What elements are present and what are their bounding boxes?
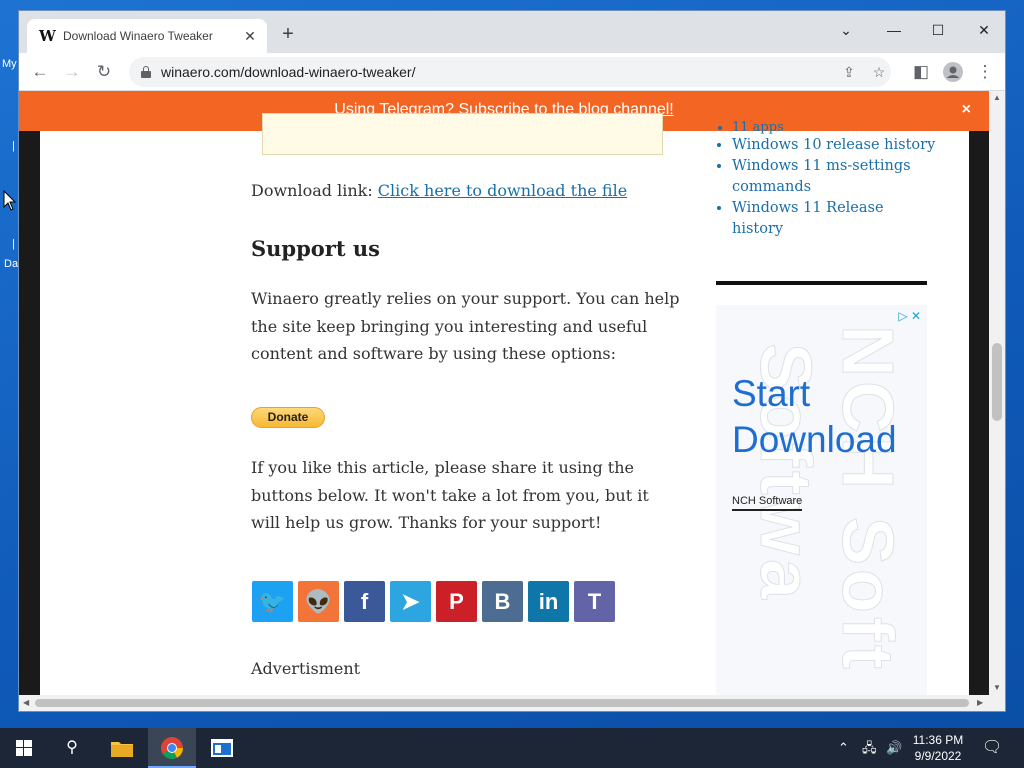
clock-time: 11:36 PM xyxy=(912,733,964,747)
desktop-icon-label[interactable]: My xyxy=(2,58,17,70)
maximize-icon[interactable]: ☐ xyxy=(923,17,953,43)
page-viewport: Using Telegram? Subscribe to the blog ch… xyxy=(19,91,1005,695)
browser-window: W Download Winaero Tweaker ✕ + ⌄ — ☐ ✕ ←… xyxy=(18,10,1006,712)
scroll-left-arrow-icon[interactable]: ◀ xyxy=(23,698,29,707)
winaero-favicon-icon: W xyxy=(39,27,56,45)
tab-strip: W Download Winaero Tweaker ✕ + ⌄ — ☐ ✕ xyxy=(19,11,1005,53)
profile-avatar-icon[interactable] xyxy=(941,61,965,83)
reddit-share-icon[interactable]: 👽 xyxy=(298,581,339,622)
share-paragraph: If you like this article, please share i… xyxy=(251,458,649,532)
teams-share-icon[interactable]: T xyxy=(574,581,615,622)
download-file-link[interactable]: Click here to download the file xyxy=(378,181,627,200)
desktop-icon-fragment[interactable]: | xyxy=(12,140,15,152)
pinterest-share-icon[interactable]: P xyxy=(436,581,477,622)
mouse-cursor-icon xyxy=(3,190,17,211)
volume-icon[interactable]: 🔊 xyxy=(886,728,902,768)
start-windows-icon[interactable] xyxy=(0,728,48,768)
browser-tab[interactable]: W Download Winaero Tweaker ✕ xyxy=(27,19,267,53)
ad-headline-line: Download xyxy=(732,419,897,460)
vk-share-icon[interactable]: B xyxy=(482,581,523,622)
ad-choices-icon[interactable]: ▷ ✕ xyxy=(898,309,921,323)
ad-box-remnant xyxy=(262,113,663,155)
desktop-icon-fragment[interactable]: | xyxy=(12,238,15,250)
vertical-scrollbar[interactable]: ▲ ▼ xyxy=(989,91,1005,695)
reload-icon[interactable]: ↻ xyxy=(92,61,116,83)
back-arrow-icon[interactable]: ← xyxy=(28,61,52,83)
advertisement-label: Advertisment xyxy=(251,659,361,678)
system-clock[interactable]: 11:36 PM 9/9/2022 xyxy=(906,732,970,764)
tab-title: Download Winaero Tweaker xyxy=(63,29,213,43)
support-heading: Support us xyxy=(251,236,380,261)
horizontal-scrollbar[interactable]: ◀ ▶ xyxy=(19,695,1005,711)
lock-icon[interactable] xyxy=(141,66,151,78)
notification-icon[interactable]: 🗨 xyxy=(982,728,1002,768)
sidebar-link[interactable]: Windows 10 release history xyxy=(732,135,936,156)
ad-headline[interactable]: Start Download xyxy=(732,371,897,463)
forward-arrow-icon[interactable]: → xyxy=(60,61,84,83)
support-paragraph: Winaero greatly relies on your support. … xyxy=(251,289,680,363)
vertical-scroll-thumb[interactable] xyxy=(992,343,1002,421)
url-text[interactable]: winaero.com/download-winaero-tweaker/ xyxy=(161,64,415,80)
sidebar-link[interactable]: Windows 11 ms-settings commands xyxy=(732,156,936,198)
download-prefix: Download link: xyxy=(251,181,378,200)
minimize-icon[interactable]: — xyxy=(879,17,909,43)
sidebar-link[interactable]: Windows 11 Release history xyxy=(732,198,936,240)
taskbar: ⚲ ⌃ 🖧 🔊 11:36 PM 9/9/2022 🗨 xyxy=(0,728,1024,768)
new-tab-plus-icon[interactable]: + xyxy=(277,24,299,46)
tab-search-chevron-icon[interactable]: ⌄ xyxy=(831,17,861,43)
network-icon[interactable]: 🖧 xyxy=(862,728,877,768)
side-panel-icon[interactable]: ◧ xyxy=(909,61,933,83)
tray-chevron-icon[interactable]: ⌃ xyxy=(838,728,849,768)
share-icon[interactable]: ⇪ xyxy=(839,62,859,82)
clock-date: 9/9/2022 xyxy=(914,749,962,763)
ad-headline-line: Start xyxy=(732,373,811,414)
sidebar-link[interactable]: 11 apps xyxy=(732,121,936,135)
download-line: Download link: Click here to download th… xyxy=(251,181,627,200)
banner-close-icon[interactable]: × xyxy=(962,91,971,129)
close-window-icon[interactable]: ✕ xyxy=(969,17,999,43)
linkedin-share-icon[interactable]: in xyxy=(528,581,569,622)
paypal-donate-button[interactable]: Donate xyxy=(251,407,325,428)
scroll-down-arrow-icon[interactable]: ▼ xyxy=(993,683,1001,692)
sidebar-divider xyxy=(716,281,927,285)
nch-ad-unit[interactable]: NCH Soft Softwa ▷ ✕ Start Download NCH S… xyxy=(716,305,927,695)
chrome-menu-icon[interactable]: ⋮ xyxy=(973,61,997,83)
page-content: Download link: Click here to download th… xyxy=(40,113,969,695)
app-window-icon[interactable] xyxy=(198,728,246,768)
facebook-share-icon[interactable]: f xyxy=(344,581,385,622)
scroll-right-arrow-icon[interactable]: ▶ xyxy=(977,698,983,707)
file-explorer-icon[interactable] xyxy=(98,728,146,768)
twitter-share-icon[interactable]: 🐦 xyxy=(252,581,293,622)
telegram-share-icon[interactable]: ➤ xyxy=(390,581,431,622)
desktop-icon-label[interactable]: Da xyxy=(4,258,18,270)
ad-brand[interactable]: NCH Software xyxy=(732,495,803,511)
browser-toolbar: ← → ↻ winaero.com/download-winaero-tweak… xyxy=(19,53,1005,91)
search-icon[interactable]: ⚲ xyxy=(48,728,96,768)
sidebar-links: 11 apps Windows 10 release history Windo… xyxy=(716,121,936,240)
bookmark-star-icon[interactable]: ☆ xyxy=(869,62,889,82)
horizontal-scroll-thumb[interactable] xyxy=(35,699,969,707)
tab-close-icon[interactable]: ✕ xyxy=(241,27,259,45)
address-bar[interactable]: winaero.com/download-winaero-tweaker/ ⇪ … xyxy=(129,57,891,87)
scroll-up-arrow-icon[interactable]: ▲ xyxy=(993,93,1001,102)
chrome-taskbar-icon[interactable] xyxy=(148,728,196,768)
